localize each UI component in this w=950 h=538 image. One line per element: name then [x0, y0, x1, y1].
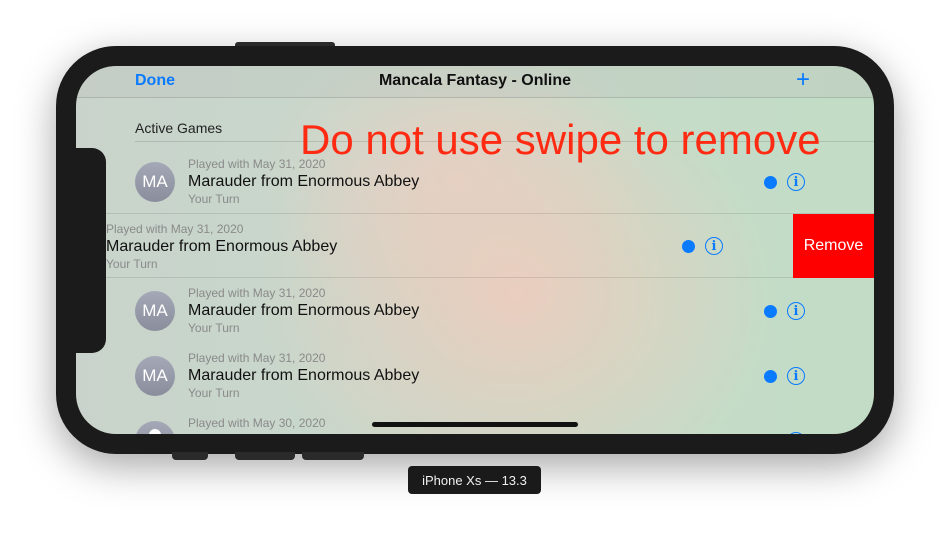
phone-volume-up-button: [235, 452, 295, 460]
row-title: Marauder from Enormous Abbey: [106, 238, 338, 255]
device-label: iPhone Xs — 13.3: [408, 466, 541, 494]
row-status: Your Turn: [106, 257, 158, 271]
game-row[interactable]: MA Played with May 31, 2020 Marauder fro…: [76, 279, 874, 343]
person-icon: [135, 421, 175, 434]
row-title: Marauder from Enormous Abbey: [188, 367, 420, 384]
game-row[interactable]: MA Played with May 31, 2020 Marauder fro…: [76, 344, 874, 408]
phone-volume-down-button: [302, 452, 364, 460]
row-title: Marauder from Enormous Abbey: [188, 302, 420, 319]
unread-dot-icon: [682, 240, 695, 253]
home-indicator[interactable]: [372, 422, 578, 427]
row-subtitle: Played with May 31, 2020: [188, 286, 326, 300]
plus-icon[interactable]: +: [796, 67, 810, 93]
row-title: Marauder from Enormous Abbey: [188, 173, 420, 190]
unread-dot-icon: [764, 370, 777, 383]
row-status: Your Turn: [188, 192, 240, 206]
page-title: Mancala Fantasy - Online: [378, 72, 572, 89]
avatar: MA: [135, 162, 175, 202]
game-row-swiped[interactable]: Played with May 31, 2020 Marauder from E…: [76, 214, 874, 278]
row-subtitle: Played with May 30, 2020: [188, 416, 326, 430]
navigation-bar: Done Mancala Fantasy - Online +: [76, 66, 874, 98]
sensor-notch: [76, 148, 106, 353]
info-icon[interactable]: i: [705, 237, 723, 255]
info-icon[interactable]: i: [787, 173, 805, 191]
row-subtitle: Played with May 31, 2020: [188, 351, 326, 365]
remove-button[interactable]: Remove: [793, 214, 874, 278]
row-status: Your Turn: [188, 386, 240, 400]
section-header: Active Games: [135, 120, 223, 136]
unread-dot-icon: [764, 305, 777, 318]
phone-side-button: [172, 452, 208, 460]
screen: Done Mancala Fantasy - Online + Active G…: [76, 66, 874, 434]
row-status: Your Turn: [188, 321, 240, 335]
annotation-text: Do not use swipe to remove: [300, 116, 821, 163]
row-divider: [76, 277, 874, 278]
info-icon[interactable]: i: [787, 302, 805, 320]
unread-dot-icon: [764, 176, 777, 189]
info-icon[interactable]: i: [787, 367, 805, 385]
avatar: MA: [135, 356, 175, 396]
info-icon[interactable]: i: [787, 432, 805, 434]
row-subtitle: Played with May 31, 2020: [106, 222, 244, 236]
avatar: MA: [135, 291, 175, 331]
